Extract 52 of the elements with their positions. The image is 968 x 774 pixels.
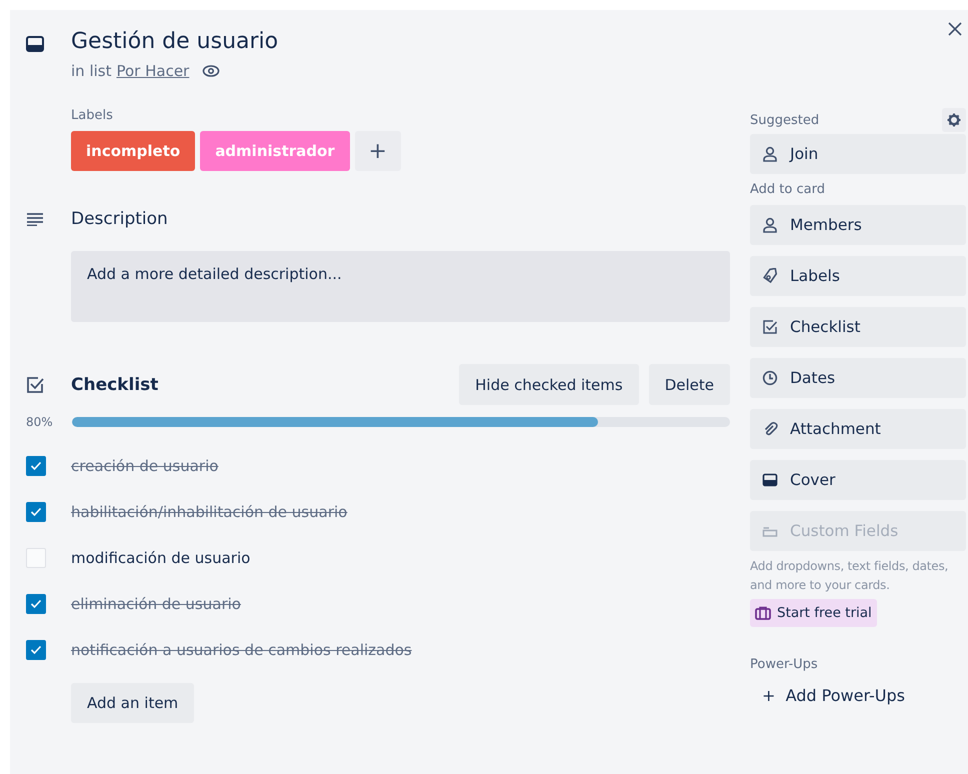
add-power-ups-button[interactable]: + Add Power-Ups: [750, 672, 917, 705]
checkbox[interactable]: [26, 594, 46, 614]
checkbox[interactable]: [26, 502, 46, 522]
labels-heading: Labels: [71, 108, 114, 123]
sidebar-heading: Add to card: [750, 182, 826, 197]
description-icon: [26, 212, 44, 226]
list-caption: in list: [71, 62, 112, 80]
tag-icon: [762, 268, 778, 284]
cover-icon: [762, 472, 778, 488]
sidebar-button[interactable]: Dates: [750, 358, 966, 398]
delete-button[interactable]: Delete: [648, 364, 730, 405]
checklist-item-text: notificación a usuarios de cambios realizados: [71, 641, 412, 659]
sidebar-button[interactable]: Labels: [750, 256, 966, 296]
clock-icon: [762, 370, 778, 386]
sidebar-button[interactable]: Cover: [750, 460, 966, 500]
list-link[interactable]: Por Hacer: [116, 62, 190, 80]
add-item-button[interactable]: Add an item: [71, 683, 194, 723]
checkmark-icon: [30, 461, 42, 471]
card-title: Gestión de usuario: [71, 28, 280, 56]
sidebar-button[interactable]: Attachment: [750, 409, 966, 449]
trial-button[interactable]: Start free trial: [750, 599, 877, 627]
sidebar-button[interactable]: Join: [750, 134, 966, 174]
checkmark-icon: [30, 599, 42, 609]
checkmark-icon: [30, 507, 42, 517]
close-icon[interactable]: [948, 22, 962, 36]
checkbox[interactable]: [26, 640, 46, 660]
sidebar-heading: Power-Ups: [750, 657, 819, 672]
checklist-item-text: modificación de usuario: [71, 549, 250, 567]
description-field[interactable]: Add a more detailed description...: [71, 251, 730, 322]
add-label-button[interactable]: +: [354, 131, 401, 171]
checklist-icon: [762, 319, 778, 335]
checklist-item-text: creación de usuario: [71, 457, 218, 475]
briefcase-icon: [755, 606, 771, 620]
section-heading: Description: [71, 209, 168, 229]
settings-icon[interactable]: [942, 108, 966, 132]
section-heading: Checklist: [71, 374, 160, 394]
sidebar-button[interactable]: Members: [750, 205, 966, 245]
promo-text: Add dropdowns, text fields, dates, and more to your cards.: [750, 558, 950, 594]
checkbox[interactable]: [26, 456, 46, 476]
checkmark-icon: [30, 645, 42, 655]
sidebar-heading: Suggested: [750, 112, 820, 128]
card-icon: [26, 36, 44, 52]
checklist-item-text: habilitación/inhabilitación de usuario: [71, 503, 348, 521]
checklist-item-text: eliminación de usuario: [71, 595, 241, 613]
person-icon: [762, 146, 778, 162]
eye-icon[interactable]: [202, 65, 220, 77]
progress-percent: 80%: [26, 415, 54, 429]
person-icon: [762, 217, 778, 233]
hide-items-button[interactable]: Hide checked items: [459, 364, 639, 405]
checklist-icon: [26, 376, 44, 394]
paperclip-icon: [762, 421, 778, 437]
sidebar-button[interactable]: Checklist: [750, 307, 966, 347]
